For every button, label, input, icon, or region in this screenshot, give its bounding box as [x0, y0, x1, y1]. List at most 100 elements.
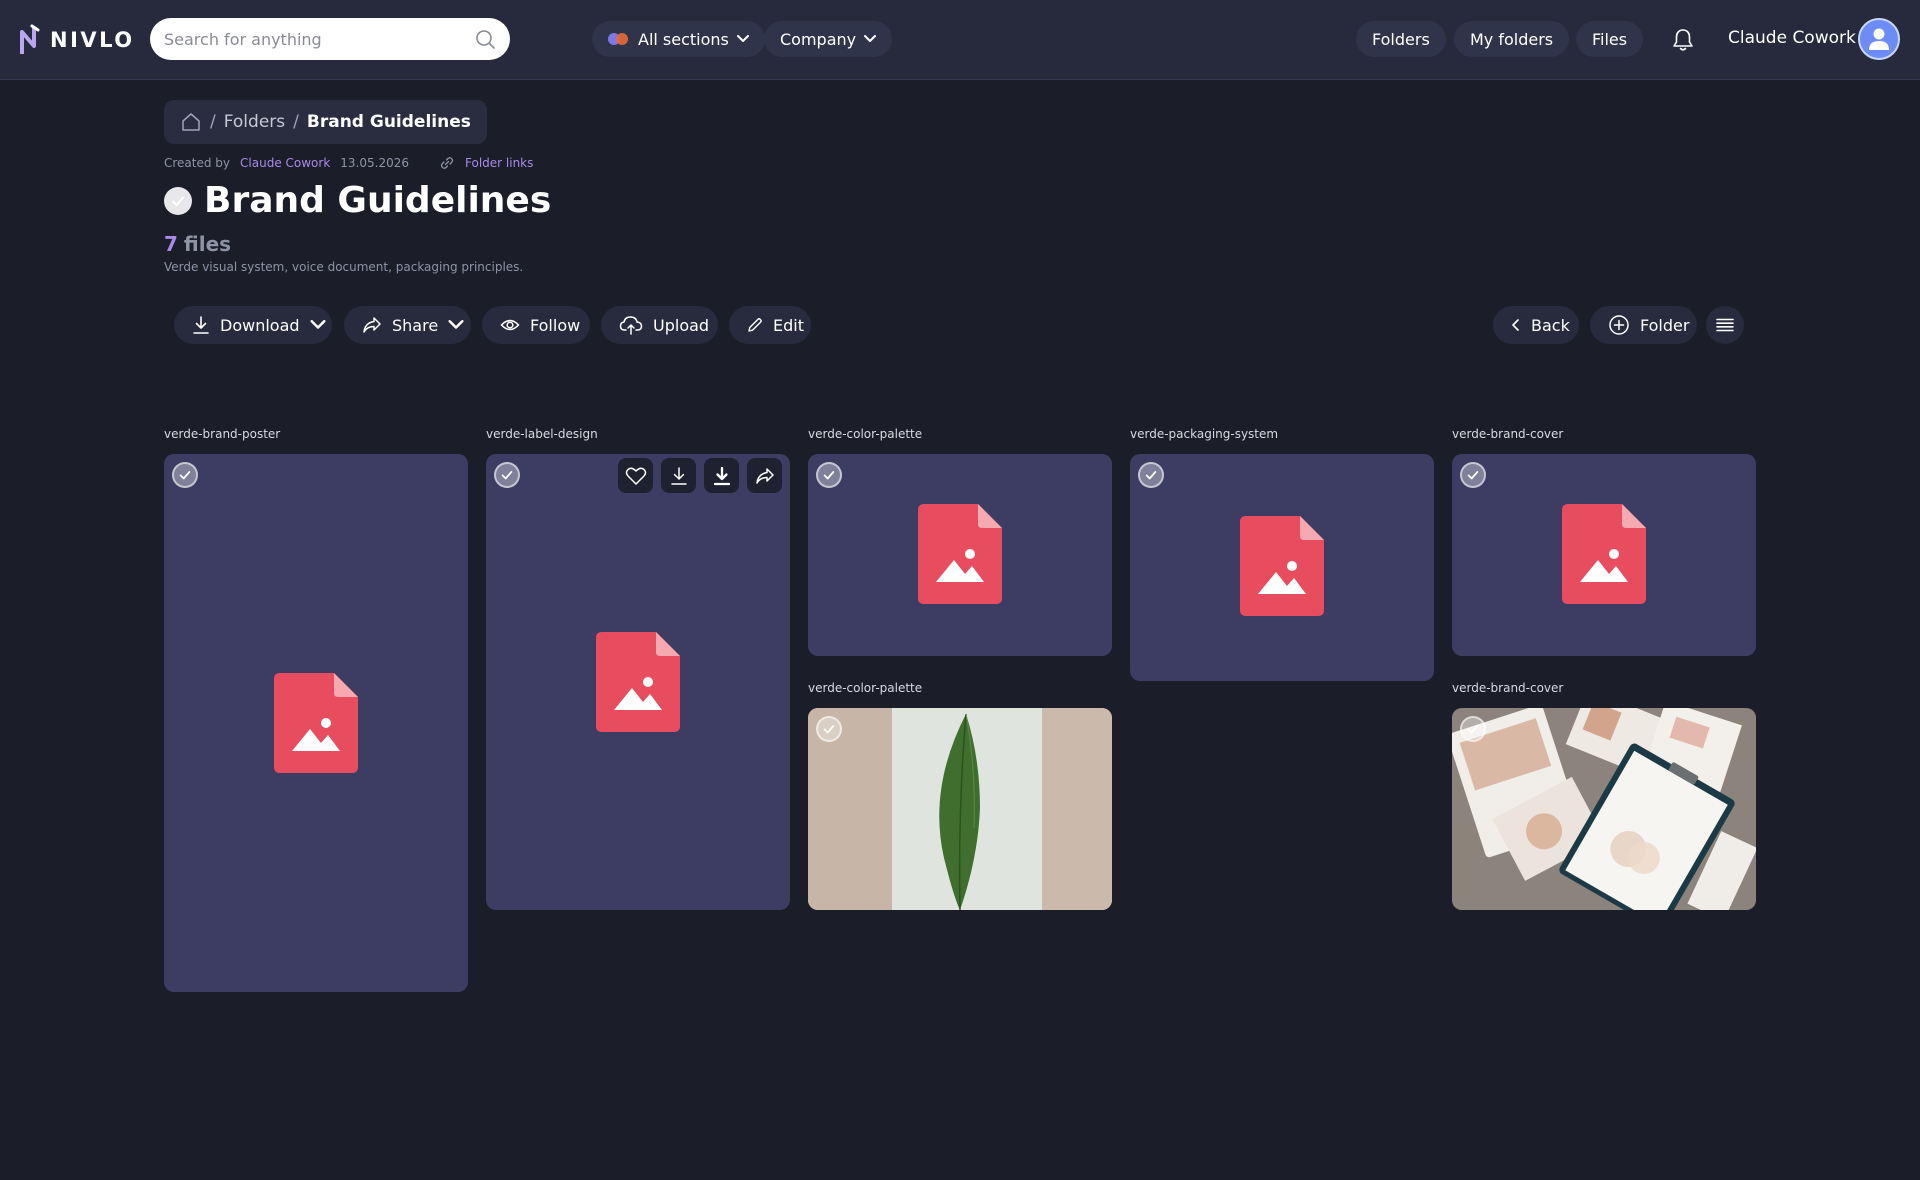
heart-icon — [625, 467, 646, 485]
user-name[interactable]: Claude Cowork — [1728, 28, 1856, 48]
file-card[interactable] — [1452, 454, 1756, 656]
favorite-button[interactable] — [618, 458, 653, 493]
created-by-label: Created by — [164, 156, 231, 170]
check-icon — [178, 468, 192, 482]
download-label: Download — [220, 315, 300, 335]
select-checkbox[interactable] — [172, 462, 198, 488]
nav-files-label: Files — [1592, 29, 1628, 49]
chevron-left-icon — [1512, 319, 1519, 331]
chevron-down-icon — [448, 320, 464, 330]
download-original-button[interactable] — [704, 458, 739, 493]
brand-mockup-photo — [1452, 708, 1756, 910]
breadcrumb-separator: / — [210, 112, 216, 132]
select-checkbox[interactable] — [816, 716, 842, 742]
file-name[interactable]: verde-brand-cover — [1452, 681, 1563, 695]
edit-label: Edit — [773, 315, 804, 335]
nav-folders[interactable]: Folders — [1356, 21, 1446, 57]
file-name[interactable]: verde-label-design — [486, 427, 598, 441]
image-file-icon — [1562, 504, 1646, 604]
link-icon — [440, 157, 454, 169]
file-name[interactable]: verde-color-palette — [808, 427, 922, 441]
nav-folders-label: Folders — [1372, 29, 1430, 49]
chevron-down-icon — [864, 35, 876, 43]
edit-button[interactable]: Edit — [729, 306, 811, 344]
share-file-button[interactable] — [747, 458, 782, 493]
upload-button[interactable]: Upload — [601, 306, 718, 344]
logo[interactable]: NIVLO — [20, 24, 135, 56]
all-sections-dropdown[interactable]: All sections — [592, 21, 765, 57]
nav-files[interactable]: Files — [1576, 21, 1644, 57]
follow-label: Follow — [530, 315, 581, 335]
top-bar: NIVLO All sections Company Folders My fo… — [0, 0, 1920, 80]
search-input[interactable] — [164, 29, 474, 49]
bell-icon[interactable] — [1670, 27, 1696, 53]
new-folder-button[interactable]: Folder — [1590, 306, 1697, 344]
share-button[interactable]: Share — [344, 306, 471, 344]
folder-select-checkbox[interactable] — [164, 186, 192, 215]
new-folder-label: Folder — [1640, 315, 1690, 335]
download-icon — [670, 466, 687, 485]
nav-my-folders-label: My folders — [1470, 29, 1554, 49]
download-icon — [193, 316, 209, 334]
file-name[interactable]: verde-packaging-system — [1130, 427, 1278, 441]
plus-circle-icon — [1609, 315, 1629, 335]
page-title: Brand Guidelines — [204, 180, 552, 221]
breadcrumb-folders[interactable]: Folders — [224, 112, 285, 132]
nav-my-folders[interactable]: My folders — [1454, 21, 1570, 57]
created-date: 13.05.2026 — [340, 156, 409, 170]
sections-dots-icon — [608, 33, 630, 45]
back-label: Back — [1531, 315, 1570, 335]
file-card[interactable] — [486, 454, 790, 910]
back-button[interactable]: Back — [1493, 306, 1579, 344]
pencil-icon — [748, 318, 762, 332]
cloud-upload-icon — [619, 316, 643, 335]
check-icon — [1144, 468, 1158, 482]
author-link[interactable]: Claude Cowork — [240, 156, 330, 170]
file-count-number: 7 — [164, 232, 178, 256]
company-dropdown[interactable]: Company — [764, 21, 893, 57]
leaf-photo — [808, 708, 1112, 910]
download-bold-icon — [713, 466, 730, 485]
home-icon[interactable] — [180, 112, 202, 132]
search-bar[interactable] — [150, 18, 510, 60]
check-icon — [500, 468, 514, 482]
image-file-icon — [918, 504, 1002, 604]
share-icon — [363, 317, 381, 333]
logo-text: NIVLO — [50, 28, 135, 52]
file-card-photo[interactable] — [1452, 708, 1756, 910]
all-sections-label: All sections — [638, 29, 729, 49]
check-icon — [1466, 468, 1480, 482]
hamburger-icon — [1716, 318, 1734, 332]
file-name[interactable]: verde-brand-cover — [1452, 427, 1563, 441]
select-checkbox[interactable] — [494, 462, 520, 488]
file-name[interactable]: verde-color-palette — [808, 681, 922, 695]
file-name[interactable]: verde-brand-poster — [164, 427, 280, 441]
file-card-photo[interactable] — [808, 708, 1112, 910]
image-file-icon — [596, 632, 680, 732]
check-icon — [1466, 722, 1480, 736]
follow-button[interactable]: Follow — [482, 306, 590, 344]
breadcrumb: / Folders / Brand Guidelines — [164, 100, 487, 144]
select-checkbox[interactable] — [1460, 462, 1486, 488]
file-card[interactable] — [808, 454, 1112, 656]
search-icon[interactable] — [474, 28, 496, 50]
select-checkbox[interactable] — [1460, 716, 1486, 742]
image-file-icon — [1240, 516, 1324, 616]
breadcrumb-current: Brand Guidelines — [306, 112, 471, 132]
avatar[interactable] — [1858, 18, 1900, 60]
select-checkbox[interactable] — [1138, 462, 1164, 488]
title-row: Brand Guidelines — [164, 180, 551, 221]
select-checkbox[interactable] — [816, 462, 842, 488]
share-icon — [755, 467, 774, 484]
upload-label: Upload — [653, 315, 710, 335]
user-icon — [1869, 28, 1889, 50]
card-actions — [618, 458, 782, 493]
image-file-icon — [274, 673, 358, 773]
download-file-button[interactable] — [661, 458, 696, 493]
folder-links[interactable]: Folder links — [465, 156, 533, 170]
download-button[interactable]: Download — [174, 306, 332, 344]
file-card[interactable] — [1130, 454, 1434, 681]
menu-button[interactable] — [1706, 306, 1744, 344]
eye-icon — [500, 319, 520, 331]
file-card[interactable] — [164, 454, 468, 992]
